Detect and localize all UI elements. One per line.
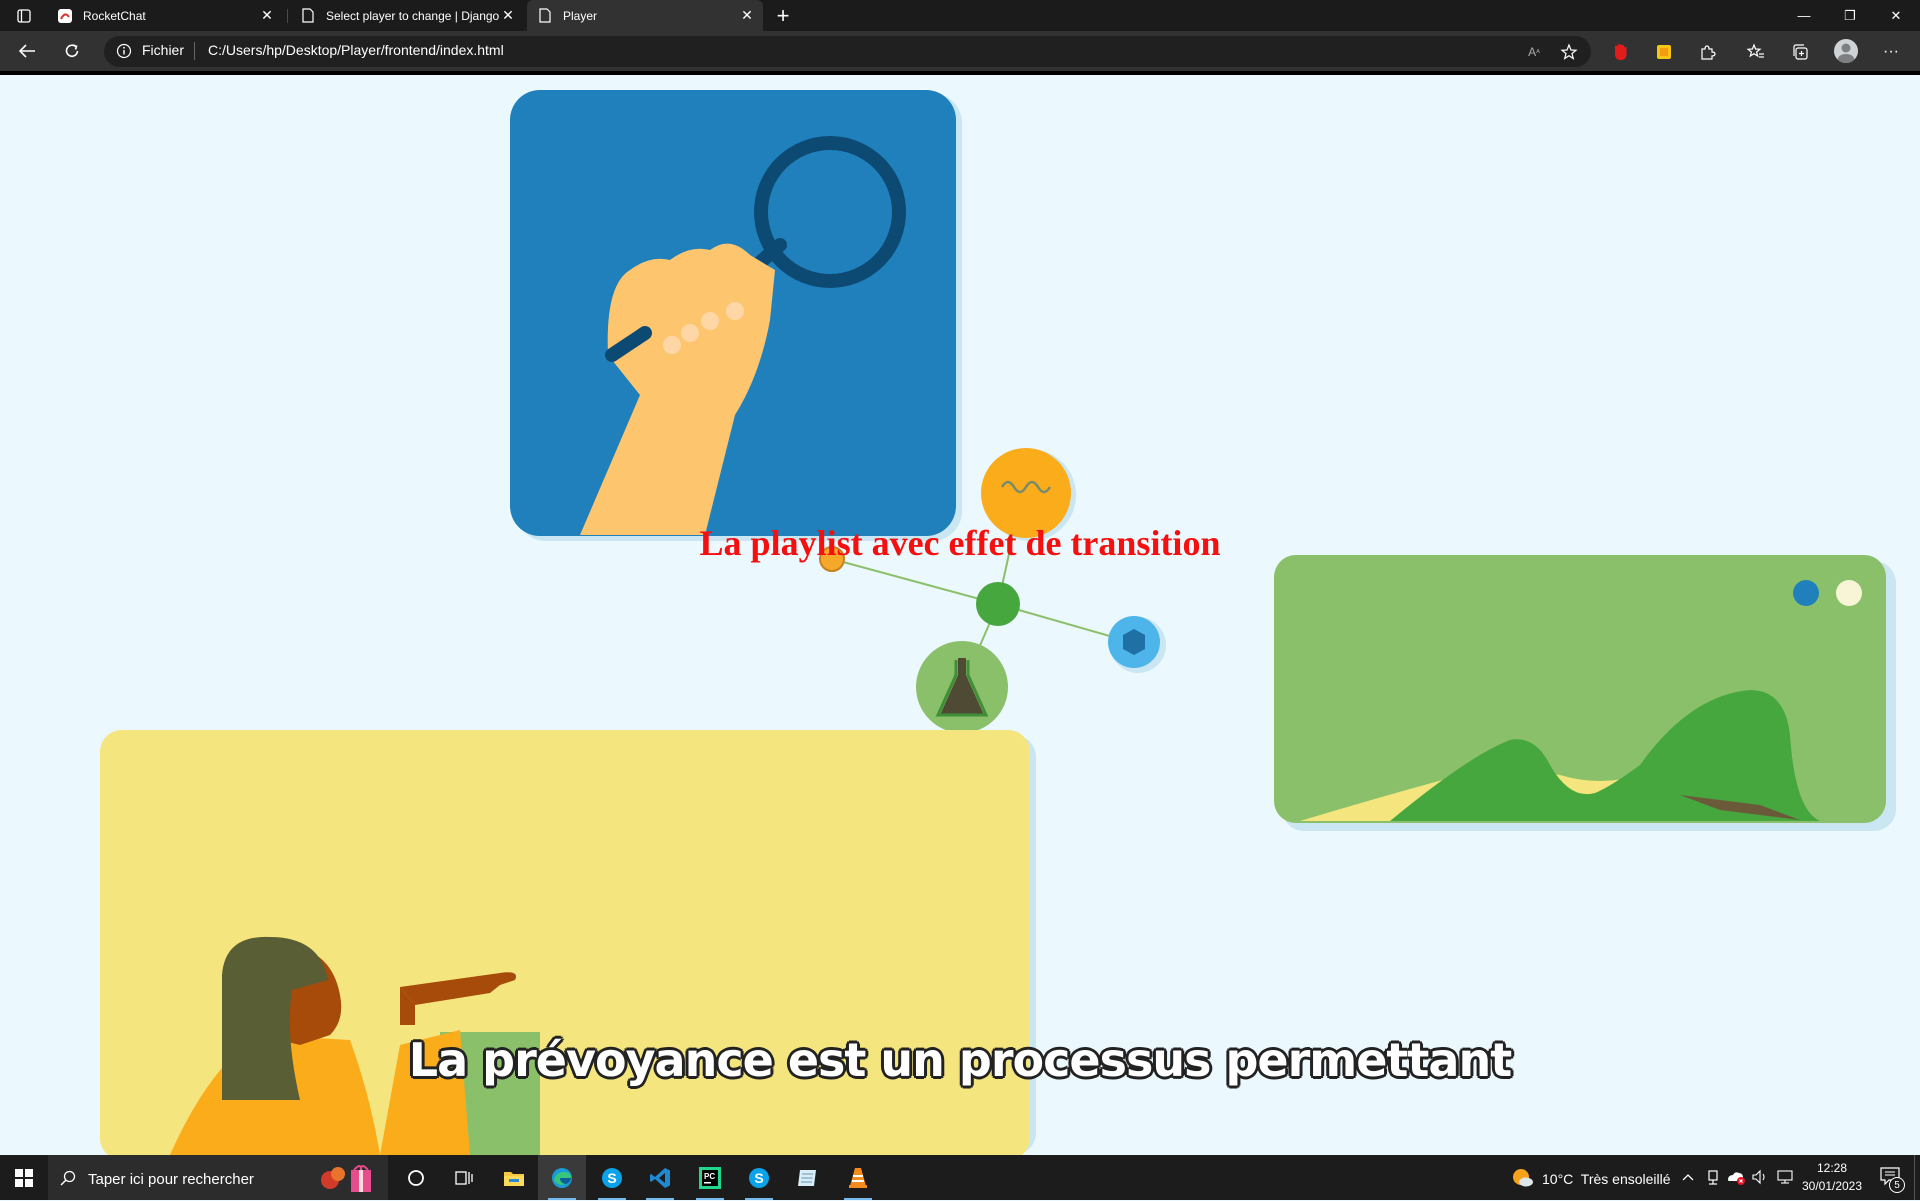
close-tab-icon[interactable]: ✕ bbox=[500, 7, 516, 24]
svg-text:PC: PC bbox=[704, 1172, 715, 1181]
video-subtitle: La prévoyance est un processus permettan… bbox=[408, 1033, 1512, 1087]
windows-start-icon[interactable] bbox=[0, 1155, 48, 1200]
close-tab-icon[interactable]: ✕ bbox=[739, 7, 755, 24]
more-menu-icon[interactable]: ··· bbox=[1878, 40, 1904, 64]
collections-icon[interactable] bbox=[1789, 41, 1811, 63]
back-icon[interactable] bbox=[11, 35, 43, 67]
volume-icon[interactable] bbox=[1751, 1168, 1769, 1186]
notification-count-badge: 5 bbox=[1889, 1177, 1905, 1193]
tab-rocketchat[interactable]: RocketChat ✕ bbox=[47, 0, 283, 31]
profile-avatar[interactable] bbox=[1834, 39, 1858, 63]
restore-button[interactable]: ❐ bbox=[1827, 0, 1873, 31]
close-window-button[interactable]: ✕ bbox=[1873, 0, 1919, 31]
tab-bar bbox=[0, 0, 1920, 31]
page-icon bbox=[300, 8, 316, 24]
vscode-icon[interactable] bbox=[636, 1155, 684, 1200]
tab-django[interactable]: Select player to change | Django ✕ bbox=[290, 0, 524, 31]
extensions-puzzle-icon[interactable] bbox=[1697, 41, 1719, 63]
search-icon bbox=[60, 1170, 76, 1186]
page-title: La playlist avec effet de transition bbox=[699, 523, 1221, 563]
svg-text:S: S bbox=[607, 1170, 616, 1186]
adblock-extension-icon[interactable] bbox=[1609, 41, 1631, 63]
green-node bbox=[976, 582, 1020, 626]
notepad-icon[interactable] bbox=[784, 1155, 832, 1200]
vlc-icon[interactable] bbox=[834, 1155, 882, 1200]
search-placeholder: Taper ici pour rechercher bbox=[88, 1171, 254, 1188]
favorites-icon[interactable] bbox=[1745, 41, 1767, 63]
read-aloud-icon[interactable]: Aᴬ bbox=[1523, 41, 1545, 63]
cortana-icon[interactable] bbox=[392, 1155, 440, 1200]
task-view-icon[interactable] bbox=[440, 1155, 488, 1200]
minimize-button[interactable]: — bbox=[1781, 0, 1827, 31]
network-icon[interactable] bbox=[1776, 1168, 1794, 1186]
tab-separator bbox=[287, 9, 288, 23]
video-player[interactable]: La playlist avec effet de transition La … bbox=[0, 75, 1920, 1155]
skype-icon[interactable]: S bbox=[588, 1155, 636, 1200]
rocketchat-icon bbox=[57, 8, 73, 24]
weather-icon[interactable] bbox=[1512, 1168, 1534, 1188]
url-text[interactable]: C:/Users/hp/Desktop/Player/frontend/inde… bbox=[208, 42, 504, 58]
tab-player[interactable]: Player ✕ bbox=[527, 0, 763, 31]
file-explorer-icon[interactable] bbox=[490, 1155, 538, 1200]
tab-label: Player bbox=[563, 8, 598, 23]
edge-browser-icon[interactable] bbox=[538, 1155, 586, 1200]
page-icon bbox=[537, 8, 553, 24]
scheme-label: Fichier bbox=[142, 42, 185, 58]
skype-business-icon[interactable]: S bbox=[735, 1155, 783, 1200]
new-tab-button[interactable]: + bbox=[767, 0, 799, 31]
video-frame-illustration bbox=[100, 90, 1896, 1155]
info-icon[interactable] bbox=[116, 43, 132, 59]
device-icon[interactable] bbox=[1704, 1168, 1722, 1186]
clock-date[interactable]: 30/01/2023 bbox=[1800, 1179, 1864, 1193]
tab-actions-icon[interactable] bbox=[8, 0, 40, 31]
tab-label: RocketChat bbox=[83, 8, 146, 23]
show-hidden-icons-chevron-icon[interactable] bbox=[1680, 1168, 1696, 1186]
address-divider bbox=[194, 42, 195, 60]
favorite-star-icon[interactable] bbox=[1558, 41, 1580, 63]
svg-text:S: S bbox=[754, 1170, 763, 1186]
show-desktop-button[interactable] bbox=[1914, 1155, 1920, 1200]
pycharm-icon[interactable]: PC bbox=[686, 1155, 734, 1200]
refresh-icon[interactable] bbox=[56, 35, 88, 67]
tab-label: Select player to change | Django bbox=[326, 8, 500, 23]
clock-time[interactable]: 12:28 bbox=[1800, 1161, 1864, 1175]
close-tab-icon[interactable]: ✕ bbox=[259, 7, 275, 24]
onedrive-error-icon[interactable] bbox=[1726, 1168, 1746, 1186]
weather-text[interactable]: 10°C Très ensoleillé bbox=[1542, 1171, 1671, 1187]
search-highlight-icon[interactable] bbox=[318, 1160, 376, 1196]
notes-extension-icon[interactable] bbox=[1653, 41, 1675, 63]
